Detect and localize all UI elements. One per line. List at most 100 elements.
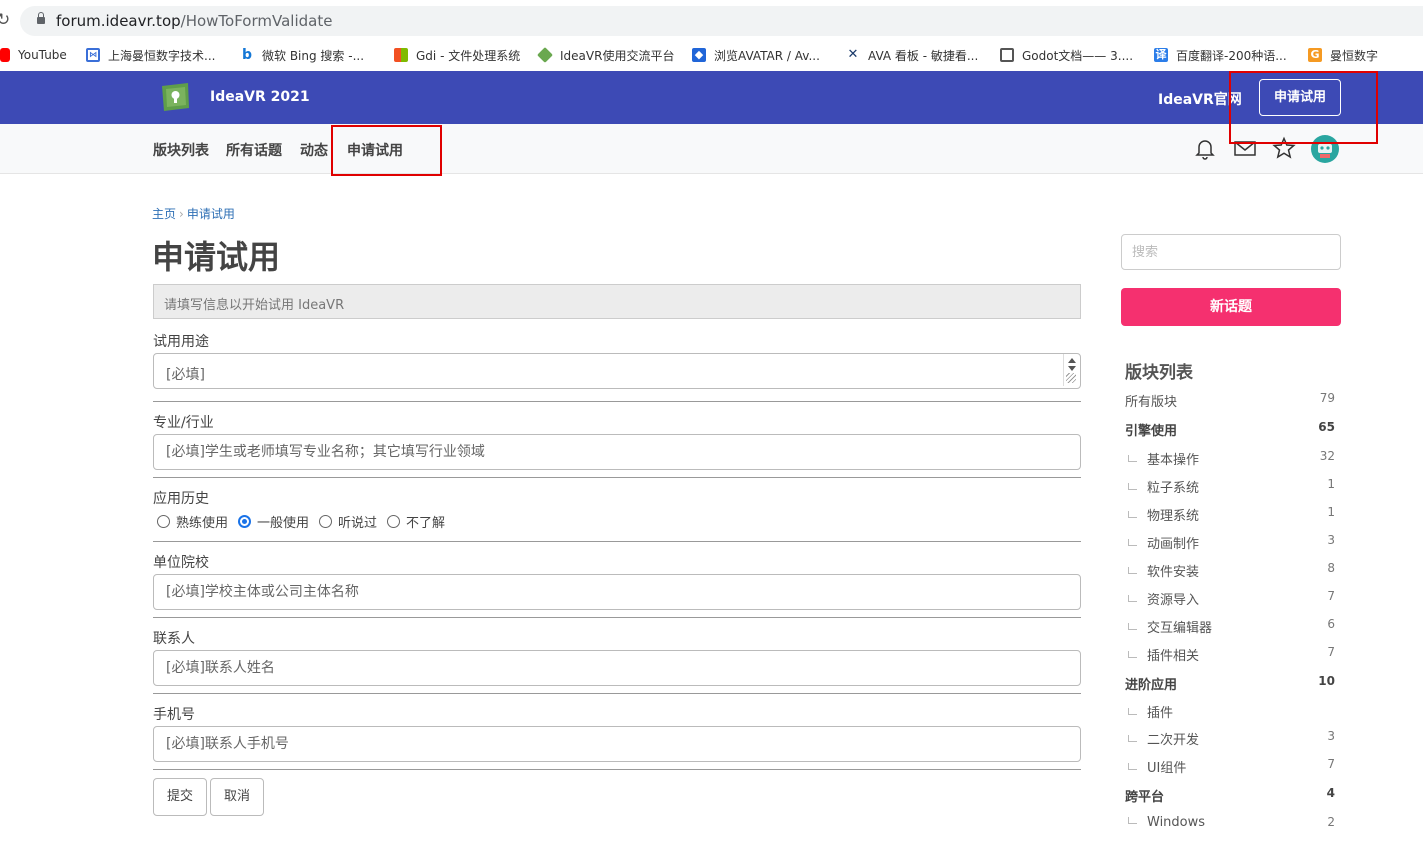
nav-board-list[interactable]: 版块列表 — [153, 140, 209, 160]
bookmark-label: Gdi - 文件处理系统 — [416, 48, 521, 63]
bookmark-avatar[interactable]: ◆ 浏览AVATAR / Av... — [692, 46, 820, 64]
radio-label: 听说过 — [338, 516, 378, 531]
radio-button[interactable] — [157, 515, 170, 528]
category-name: UI组件 — [1147, 761, 1187, 776]
category-item[interactable]: 进阶应用 10 — [1125, 674, 1335, 693]
category-item[interactable]: 所有版块 79 — [1125, 391, 1335, 410]
category-name: 物理系统 — [1147, 509, 1200, 524]
category-count: 7 — [1327, 757, 1335, 771]
bookmark-godot[interactable]: Godot文档—— 3.... — [1000, 46, 1133, 64]
history-option-proficient[interactable]: 熟练使用 — [157, 512, 228, 531]
header-trial-button[interactable]: 申请试用 — [1259, 79, 1341, 116]
radio-label: 一般使用 — [257, 516, 310, 531]
bookmark-bing[interactable]: b 微软 Bing 搜索 -... — [240, 46, 364, 64]
resize-grip-icon[interactable] — [1066, 373, 1076, 383]
new-topic-button[interactable]: 新话题 — [1121, 288, 1341, 326]
mail-icon[interactable] — [1233, 136, 1257, 160]
nav-activity[interactable]: 动态 — [300, 140, 328, 160]
bookmark-ideavr[interactable]: IdeaVR使用交流平台 — [537, 46, 675, 64]
bookmark-ava[interactable]: ✕ AVA 看板 - 敏捷看... — [846, 46, 979, 64]
tree-branch-icon — [1128, 763, 1137, 770]
category-item[interactable]: 插件 — [1125, 702, 1335, 721]
tree-branch-icon — [1128, 735, 1137, 742]
category-item[interactable]: 跨平台 4 — [1125, 786, 1335, 805]
org-field[interactable] — [153, 574, 1081, 610]
category-count: 6 — [1327, 617, 1335, 631]
avatar-icon: ◆ — [692, 48, 706, 62]
category-count: 10 — [1318, 674, 1335, 688]
godot-doc-icon — [1000, 48, 1014, 62]
category-item[interactable]: 交互编辑器 6 — [1125, 617, 1335, 636]
bookmark-manheng-digital[interactable]: G 曼恒数字 — [1308, 46, 1378, 64]
contact-field[interactable] — [153, 650, 1081, 686]
category-count: 1 — [1327, 505, 1335, 519]
manheng-icon: ⋈ — [86, 48, 100, 62]
reload-icon[interactable]: ↻ — [0, 10, 10, 30]
baidu-translate-icon: 译 — [1154, 48, 1168, 62]
category-count: 8 — [1327, 561, 1335, 575]
divider — [153, 541, 1081, 542]
purpose-label: 试用用途 — [153, 334, 209, 350]
tree-branch-icon — [1128, 483, 1137, 490]
category-name: 动画制作 — [1147, 537, 1200, 552]
radio-button[interactable] — [387, 515, 401, 528]
search-input[interactable] — [1121, 234, 1341, 270]
youtube-icon — [0, 48, 10, 62]
radio-button[interactable] — [319, 515, 333, 528]
history-radio-group: 熟练使用 一般使用 听说过 不了解 — [157, 512, 455, 531]
history-option-general[interactable]: 一般使用 — [238, 512, 309, 531]
history-option-heard[interactable]: 听说过 — [319, 512, 377, 531]
divider — [153, 617, 1081, 618]
brand-name[interactable]: IdeaVR 2021 — [210, 89, 310, 105]
breadcrumb-home[interactable]: 主页 — [152, 207, 176, 221]
ideavr-logo-icon[interactable] — [158, 80, 192, 114]
divider — [153, 693, 1081, 694]
nav-all-topics[interactable]: 所有话题 — [226, 140, 282, 160]
category-count: 2 — [1327, 815, 1335, 829]
bookmark-baidu-translate[interactable]: 译百度翻译-200种语... — [1154, 46, 1287, 64]
submit-button[interactable]: 提交 — [153, 778, 207, 816]
breadcrumb-current[interactable]: 申请试用 — [187, 207, 235, 221]
category-item[interactable]: 动画制作 3 — [1125, 533, 1335, 552]
category-count: 7 — [1327, 645, 1335, 659]
avatar[interactable] — [1311, 135, 1339, 163]
industry-field[interactable] — [153, 434, 1081, 470]
bookmark-youtube[interactable]: YouTube — [0, 46, 67, 64]
cancel-button[interactable]: 取消 — [210, 778, 264, 816]
category-item[interactable]: 插件相关 7 — [1125, 645, 1335, 664]
official-site-link[interactable]: IdeaVR官网 — [1158, 89, 1242, 109]
category-item[interactable]: 二次开发 3 — [1125, 729, 1335, 748]
category-name: Windows — [1147, 815, 1206, 830]
category-name: 资源导入 — [1147, 593, 1200, 608]
category-name: 软件安装 — [1147, 565, 1200, 580]
sidebar-section-title: 版块列表 — [1125, 363, 1193, 383]
bookmark-label: IdeaVR使用交流平台 — [560, 48, 675, 63]
bell-icon[interactable] — [1193, 136, 1217, 160]
browser-address-bar: ↻ forum.ideavr.top/HowToFormValidate — [0, 0, 1423, 40]
divider — [153, 769, 1081, 770]
category-item[interactable]: Windows 2 — [1125, 815, 1335, 833]
url-text[interactable]: forum.ideavr.top/HowToFormValidate — [56, 12, 332, 30]
category-item[interactable]: 软件安装 8 — [1125, 561, 1335, 580]
category-item[interactable]: 物理系统 1 — [1125, 505, 1335, 524]
purpose-field[interactable] — [153, 353, 1081, 389]
history-option-unknown[interactable]: 不了解 — [387, 512, 445, 531]
category-item[interactable]: 资源导入 7 — [1125, 589, 1335, 608]
radio-label: 不了解 — [406, 516, 446, 531]
spin-down-icon[interactable] — [1068, 366, 1076, 371]
nav-apply-trial[interactable]: 申请试用 — [347, 140, 403, 160]
category-item[interactable]: 粒子系统 1 — [1125, 477, 1335, 496]
lock-icon[interactable] — [36, 12, 46, 24]
radio-button-selected[interactable] — [238, 515, 252, 528]
category-item[interactable]: 引擎使用 65 — [1125, 420, 1335, 439]
bookmark-manheng[interactable]: ⋈ 上海曼恒数字技术... — [86, 46, 215, 64]
page-title: 申请试用 — [152, 238, 281, 276]
category-item[interactable]: UI组件 7 — [1125, 757, 1335, 776]
ideavr-icon — [537, 47, 553, 63]
phone-field[interactable] — [153, 726, 1081, 762]
category-item[interactable]: 基本操作 32 — [1125, 449, 1335, 468]
spin-up-icon[interactable] — [1068, 358, 1076, 363]
star-icon[interactable] — [1272, 136, 1296, 160]
divider — [153, 477, 1081, 478]
bookmark-gdi[interactable]: Gdi - 文件处理系统 — [394, 46, 520, 64]
